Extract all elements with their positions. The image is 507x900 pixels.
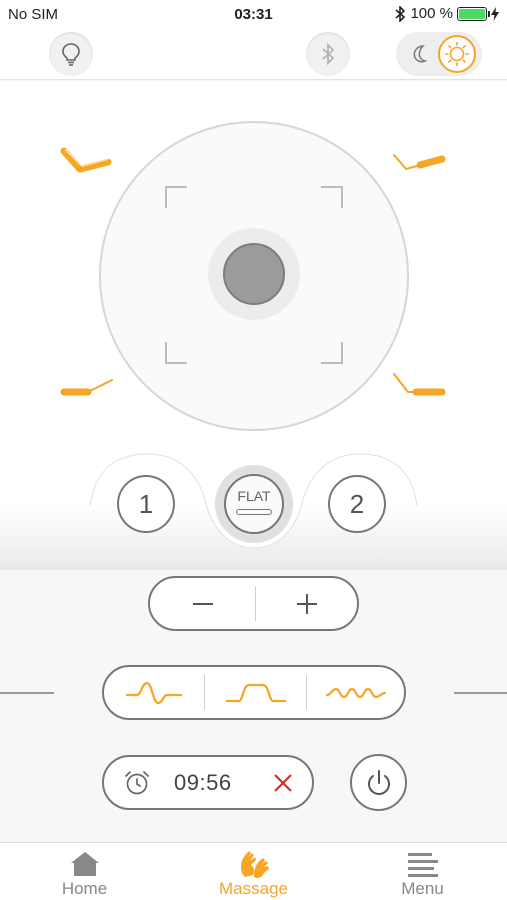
plateau-wave-icon [225,683,286,702]
cancel-timer-icon[interactable] [272,772,294,794]
flat-button-face: FLAT [224,474,284,534]
corner-bracket [321,186,343,208]
head-up-icon[interactable] [58,145,114,177]
flat-button[interactable]: FLAT [215,465,293,543]
home-icon [71,852,99,876]
ripple-wave-icon [325,687,386,698]
massage-hands-icon [241,851,269,878]
tab-home[interactable]: Home [0,843,169,900]
bluetooth-icon [322,43,335,65]
sun-icon [444,41,470,67]
flat-label: FLAT [237,488,271,504]
joystick-knob[interactable] [223,243,285,305]
wave-mode-1-button[interactable] [104,667,204,718]
battery-icon [457,6,490,21]
menu-icon [408,853,438,877]
status-bar: No SIM 03:31 100 % [0,0,507,30]
alarm-clock-icon[interactable] [123,769,151,797]
wave-mode-3-button[interactable] [307,667,404,718]
corner-bracket [321,342,343,364]
preset-2-label: 2 [349,488,365,519]
preset-1-label: 1 [138,488,154,519]
bluetooth-status-icon [395,5,406,22]
tab-massage-label: Massage [219,879,288,898]
increase-button[interactable] [256,578,357,629]
flat-bed-icon [236,509,272,515]
pulse-wave-icon [125,681,183,704]
wave-mode-2-button[interactable] [205,667,306,718]
tab-menu[interactable]: Menu [338,843,507,900]
divider-line-right [454,692,507,694]
joystick-ring [208,228,300,320]
sun-selected-indicator [438,35,476,73]
decrease-button[interactable] [150,578,255,629]
preset-2-button[interactable]: 2 [328,475,386,533]
feet-down-icon[interactable] [388,368,448,402]
moon-icon [413,45,428,63]
tab-bar: Home Massage Menu [0,842,507,900]
corner-bracket [165,342,187,364]
head-down-icon[interactable] [58,372,118,402]
plus-icon [296,593,317,614]
feet-up-icon[interactable] [388,145,448,177]
lightbulb-icon [62,43,80,66]
massage-timer: 09:56 [102,755,314,810]
day-night-toggle[interactable] [396,32,482,76]
light-button[interactable] [49,32,93,76]
massage-mode-selector [102,665,406,720]
minus-icon [192,602,213,605]
tab-home-label: Home [61,879,108,898]
status-right: 100 % [394,5,499,22]
timer-value: 09:56 [174,770,232,795]
power-icon [367,769,390,795]
divider-line-left [0,692,54,694]
tab-massage[interactable]: Massage [169,843,338,900]
battery-percent: 100 % [410,5,453,22]
preset-1-button[interactable]: 1 [117,475,175,533]
intensity-control [148,576,359,631]
charging-icon [491,6,499,21]
power-button[interactable] [350,754,407,811]
top-toolbar [0,30,507,80]
tab-menu-label: Menu [401,879,444,898]
corner-bracket [165,186,187,208]
bluetooth-button[interactable] [306,32,350,76]
